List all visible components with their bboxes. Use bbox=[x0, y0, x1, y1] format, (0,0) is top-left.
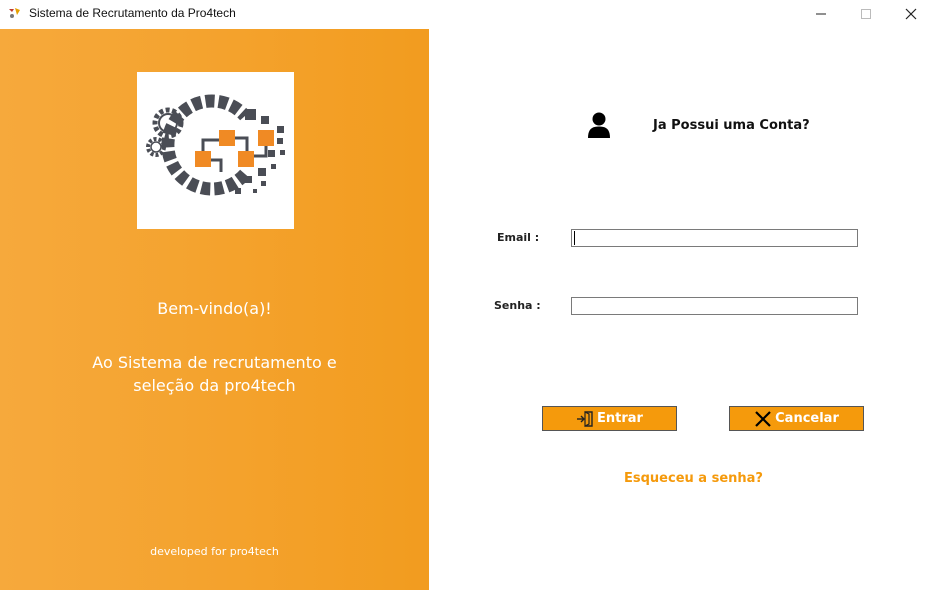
minimize-icon bbox=[816, 13, 826, 15]
person-icon bbox=[588, 112, 610, 138]
window-title: Sistema de Recrutamento da Pro4tech bbox=[29, 6, 236, 20]
close-icon bbox=[905, 8, 917, 20]
close-x-icon bbox=[754, 410, 772, 428]
enter-button-label: Entrar bbox=[597, 411, 643, 426]
enter-button[interactable]: Entrar bbox=[542, 406, 677, 431]
cancel-button-label: Cancelar bbox=[775, 411, 839, 426]
app-icon bbox=[9, 8, 20, 18]
welcome-subtitle-line2: seleção da pro4tech bbox=[133, 376, 296, 395]
forgot-password-link[interactable]: Esqueceu a senha? bbox=[624, 471, 763, 486]
maximize-button[interactable] bbox=[843, 0, 889, 28]
welcome-subtitle: Ao Sistema de recrutamento e seleção da … bbox=[0, 351, 429, 397]
welcome-title: Bem-vindo(a)! bbox=[157, 299, 272, 318]
text-caret bbox=[574, 231, 575, 245]
cancel-button[interactable]: Cancelar bbox=[729, 406, 864, 431]
gears-logo-icon bbox=[146, 94, 285, 196]
maximize-icon bbox=[861, 9, 871, 19]
password-label: Senha : bbox=[494, 299, 541, 312]
login-heading: Ja Possui uma Conta? bbox=[653, 118, 810, 133]
minimize-button[interactable] bbox=[798, 0, 844, 28]
login-door-icon bbox=[576, 410, 594, 427]
company-logo bbox=[137, 72, 294, 229]
email-field[interactable] bbox=[571, 229, 858, 247]
welcome-subtitle-line1: Ao Sistema de recrutamento e bbox=[92, 353, 337, 372]
developer-credit: developed for pro4tech bbox=[150, 545, 279, 558]
password-field[interactable] bbox=[571, 297, 858, 315]
welcome-panel: Bem-vindo(a)! Ao Sistema de recrutamento… bbox=[0, 29, 429, 590]
title-bar: Sistema de Recrutamento da Pro4tech bbox=[0, 0, 934, 28]
email-label: Email : bbox=[497, 231, 540, 244]
close-button[interactable] bbox=[888, 0, 934, 28]
